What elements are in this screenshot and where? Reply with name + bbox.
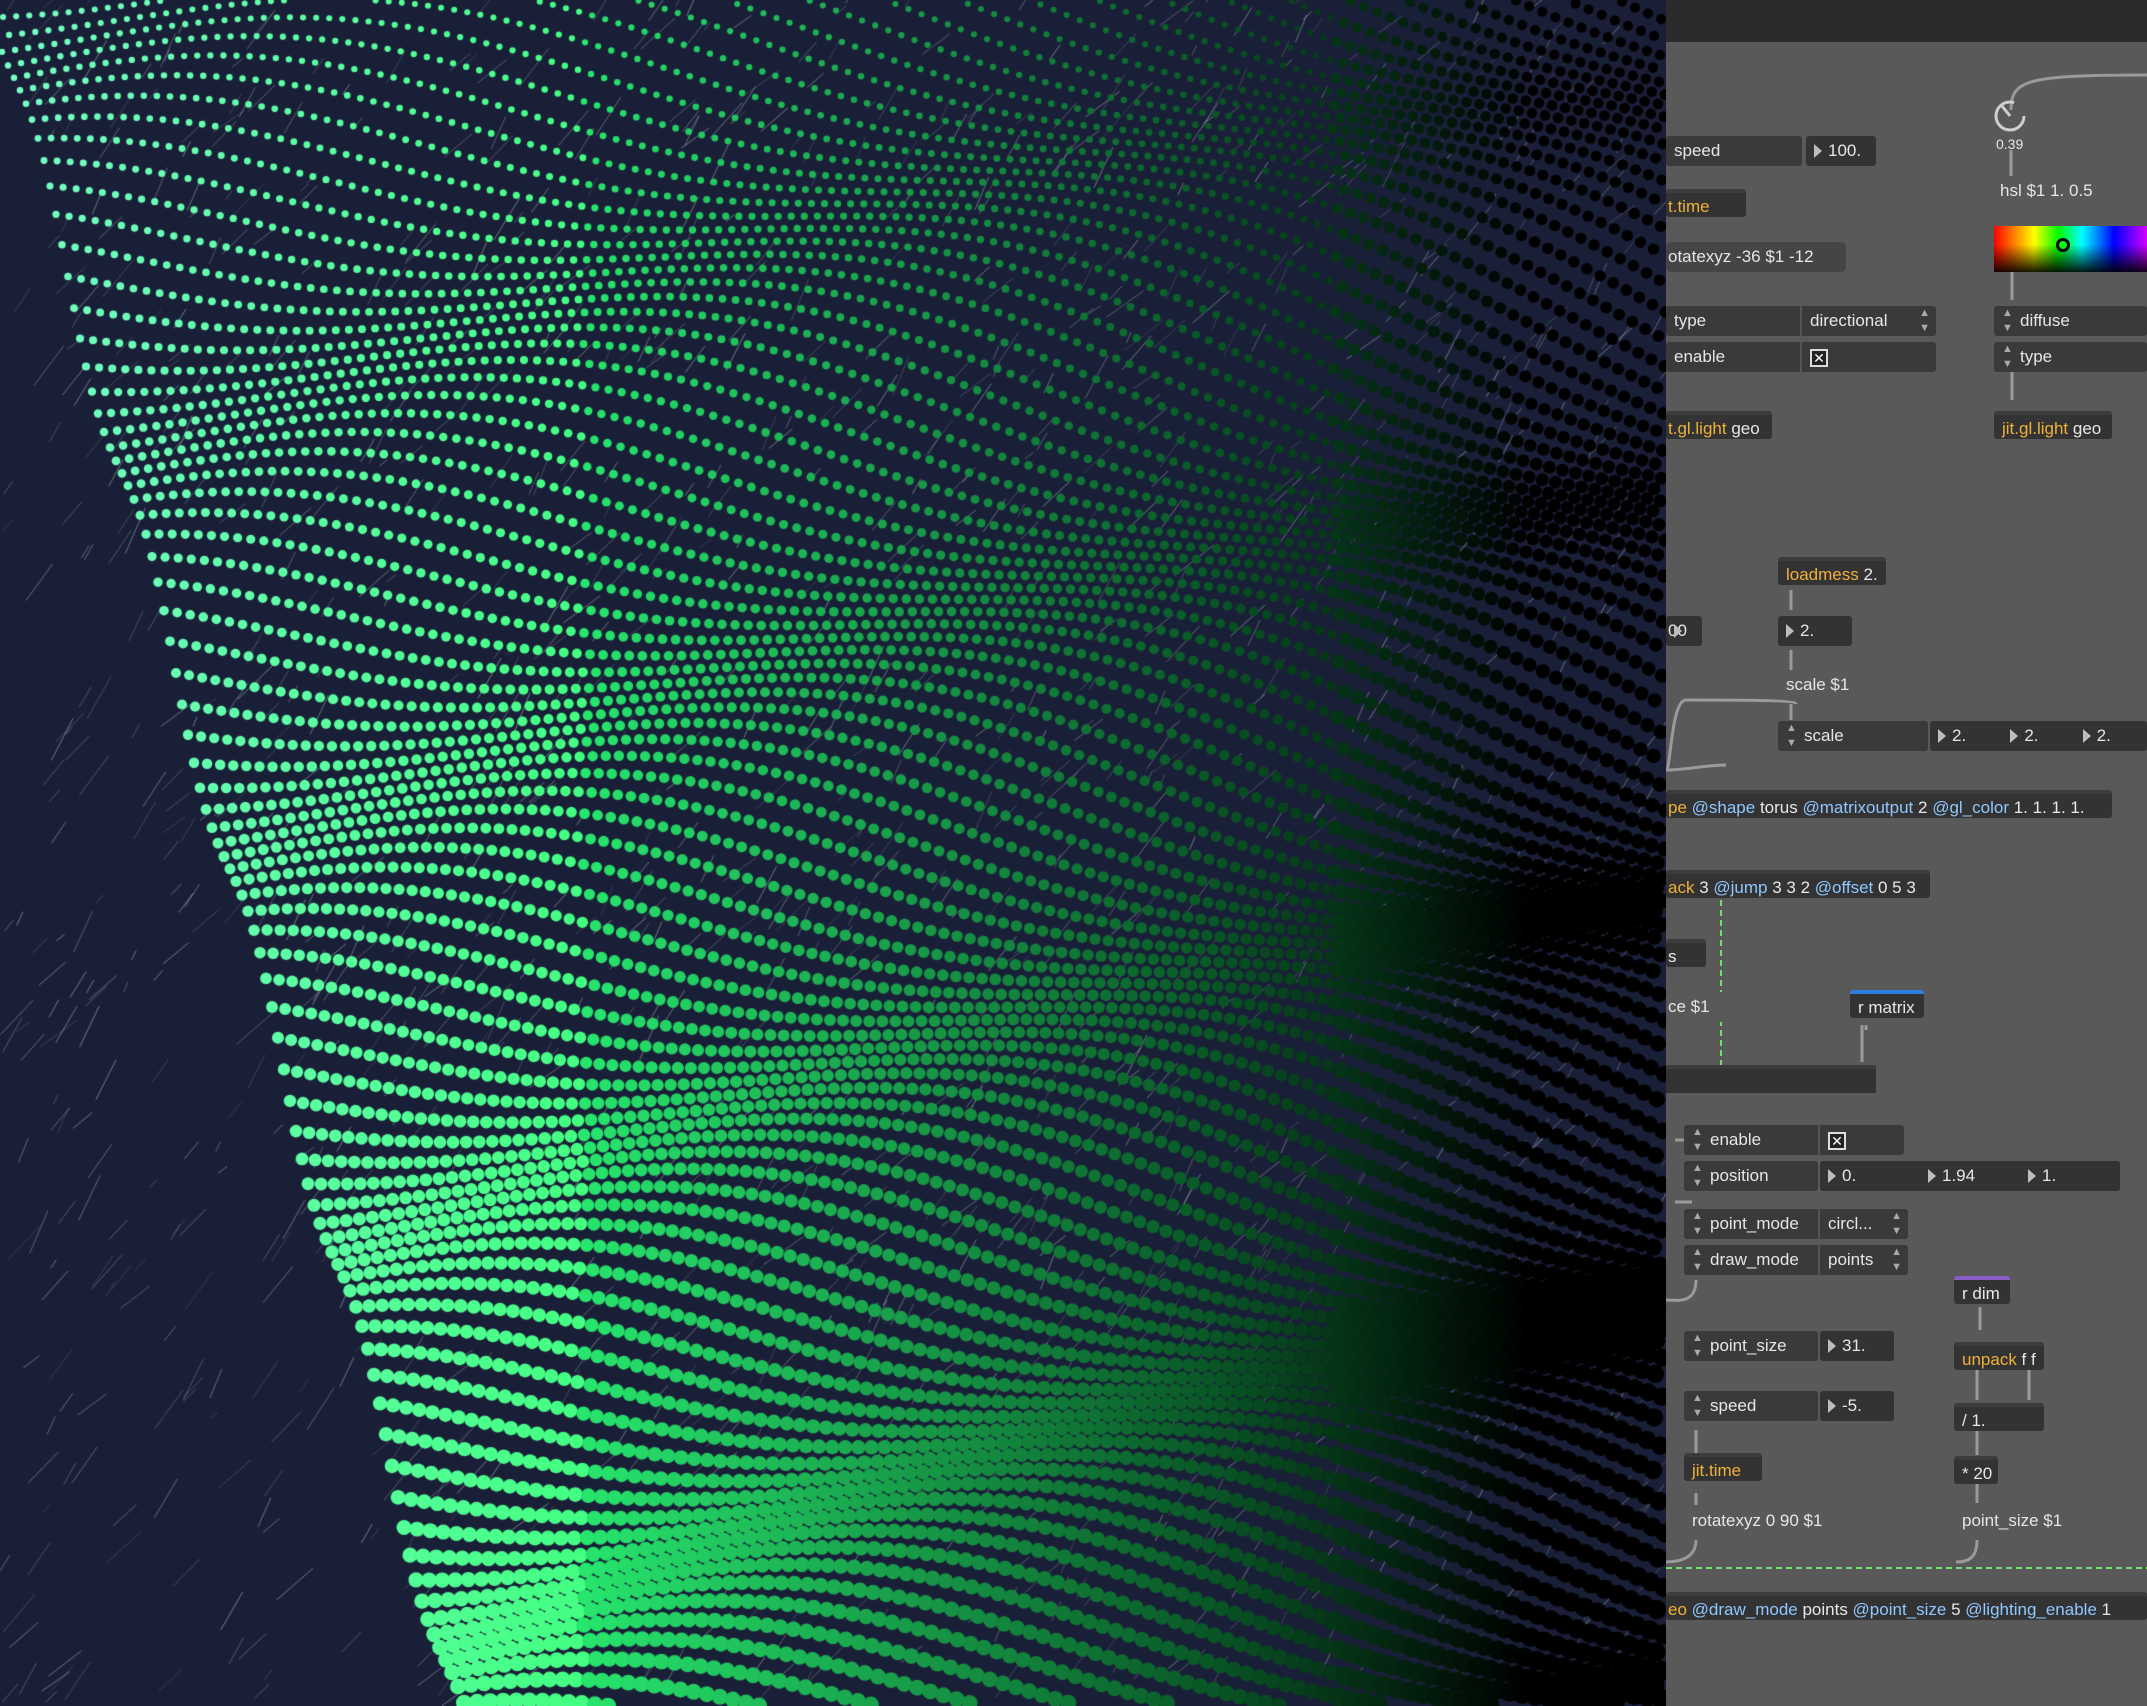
point-mode-label: ▲ ▼ point_mode: [1692, 1210, 1799, 1237]
scale-z-value[interactable]: 2.: [2075, 721, 2147, 751]
speed-number-top[interactable]: 100.: [1806, 136, 1876, 166]
mesh-enable-label: ▲ ▼ enable: [1692, 1126, 1762, 1153]
draw-mode-attr[interactable]: ▲ ▼ draw_mode points ▲ ▼: [1684, 1245, 1908, 1275]
light-type-right-label: ▲ ▼ type: [2002, 343, 2053, 370]
mesh-enable-toggle[interactable]: ✕: [1818, 1125, 1904, 1155]
enable-checkbox[interactable]: ✕: [1810, 348, 1828, 367]
position-attr[interactable]: ▲ ▼ position: [1684, 1161, 1818, 1191]
rotatexyz-message-bottom[interactable]: rotatexyz 0 90 $1: [1684, 1506, 1852, 1536]
light-enable-toggle[interactable]: ✕: [1800, 342, 1936, 372]
point-size-label: ▲ ▼ point_size: [1692, 1332, 1787, 1359]
draw-mode-menu[interactable]: points ▲ ▼: [1818, 1245, 1908, 1275]
partial-number-left[interactable]: 00: [1666, 616, 1702, 646]
scale-y-value[interactable]: 2.: [2002, 721, 2074, 751]
speed-number-bottom[interactable]: -5.: [1820, 1391, 1894, 1421]
light-enable-label: enable: [1674, 347, 1726, 366]
light-diffuse-label: ▲ ▼ diffuse: [2002, 307, 2070, 334]
scale-attr[interactable]: ▲ ▼ scale: [1778, 721, 1928, 751]
partial-send-object[interactable]: s: [1666, 939, 1706, 967]
position-label: ▲ ▼ position: [1692, 1162, 1769, 1189]
swatch-color-picker[interactable]: [1994, 226, 2147, 272]
light-type-label: type: [1674, 311, 1707, 330]
light-diffuse-attr-right[interactable]: ▲ ▼ diffuse: [1994, 306, 2147, 336]
jit-scissors-object[interactable]: ack 3 @jump 3 3 2 @offset 0 5 3: [1666, 870, 1930, 898]
light-enable-attr-left[interactable]: enable ✕: [1666, 342, 1936, 372]
jit-time-object-top[interactable]: t.time: [1666, 189, 1746, 217]
scale-attr-label: ▲ ▼ scale: [1786, 722, 1844, 749]
point-size-attr[interactable]: ▲ ▼ point_size: [1684, 1331, 1818, 1361]
point-mode-menu[interactable]: circl... ▲ ▼: [1818, 1209, 1908, 1239]
speed-attr-bottom[interactable]: ▲ ▼ speed: [1684, 1391, 1818, 1421]
jit-gl-gridshape-object[interactable]: pe @shape torus @matrixoutput 2 @gl_colo…: [1666, 790, 2112, 818]
multiply-object[interactable]: * 20: [1954, 1456, 1998, 1484]
point-cloud-render: [0, 0, 1666, 1706]
color-picker-handle-icon[interactable]: [2056, 238, 2070, 252]
light-type-attr-left[interactable]: type directional ▲ ▼: [1666, 306, 1936, 336]
unpack-object[interactable]: unpack f f: [1954, 1342, 2044, 1370]
point-size-message[interactable]: point_size $1: [1954, 1506, 2082, 1536]
loadmess-object[interactable]: loadmess 2.: [1778, 557, 1886, 585]
receive-dim-object[interactable]: r dim: [1954, 1276, 2010, 1304]
scale-message[interactable]: scale $1: [1778, 670, 1870, 700]
jit-gl-light-object-right[interactable]: jit.gl.light geo: [1994, 411, 2112, 439]
render-viewport[interactable]: [0, 0, 1666, 1706]
speed-bottom-label: ▲ ▼ speed: [1692, 1392, 1757, 1419]
position-values[interactable]: 0. 1.94 1.: [1820, 1161, 2120, 1191]
divide-object[interactable]: / 1.: [1954, 1403, 2044, 1431]
max-patcher-window[interactable]: speed 100. t.time otatexyz -36 $1 -12 ty…: [1666, 0, 2147, 1706]
jit-gl-mesh-object[interactable]: eo @draw_mode points @point_size 5 @ligh…: [1666, 1592, 2147, 1620]
point-size-number[interactable]: 31.: [1820, 1331, 1894, 1361]
speed-attr-label: speed: [1674, 141, 1721, 160]
point-mode-attr[interactable]: ▲ ▼ point_mode circl... ▲ ▼: [1684, 1209, 1908, 1239]
speed-attr-top[interactable]: speed: [1666, 136, 1802, 166]
draw-mode-label: ▲ ▼ draw_mode: [1692, 1246, 1799, 1273]
dial-icon[interactable]: [1992, 98, 2028, 134]
receive-matrix-object[interactable]: r matrix: [1850, 990, 1924, 1018]
position-y-value[interactable]: 1.94: [1920, 1161, 2020, 1191]
jit-gl-light-object-left[interactable]: t.gl.light geo: [1666, 411, 1772, 439]
rotatexyz-message-top[interactable]: otatexyz -36 $1 -12: [1666, 242, 1846, 272]
scale-number[interactable]: 2.: [1778, 616, 1852, 646]
hsl-message[interactable]: hsl $1 1. 0.5: [1992, 176, 2132, 206]
jit-time-object-bottom[interactable]: jit.time: [1684, 1453, 1762, 1481]
position-x-value[interactable]: 0.: [1820, 1161, 1920, 1191]
position-z-value[interactable]: 1.: [2020, 1161, 2120, 1191]
light-type-menu[interactable]: directional ▲ ▼: [1800, 306, 1936, 336]
mesh-enable-attr[interactable]: ▲ ▼ enable ✕: [1684, 1125, 1904, 1155]
partial-message[interactable]: ce $1: [1666, 992, 1736, 1022]
scale-attr-values[interactable]: 2. 2. 2.: [1930, 721, 2147, 751]
scale-x-value[interactable]: 2.: [1930, 721, 2002, 751]
mesh-enable-checkbox[interactable]: ✕: [1828, 1131, 1846, 1150]
dial-value: 0.39: [1996, 136, 2024, 152]
light-type-attr-right[interactable]: ▲ ▼ type: [1994, 342, 2147, 372]
